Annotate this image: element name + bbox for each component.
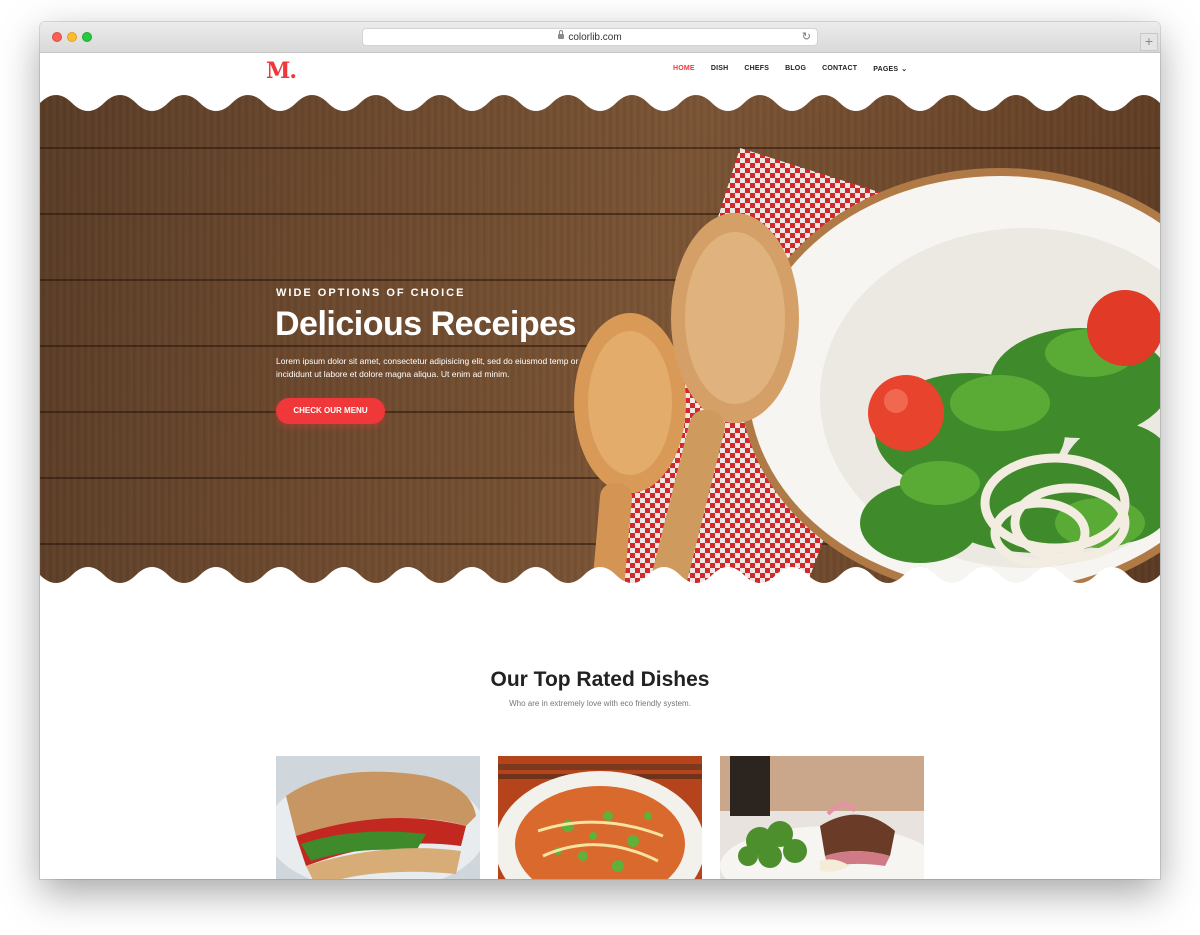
noodles-image	[498, 756, 702, 879]
reload-icon[interactable]: ↻	[802, 29, 811, 46]
nav-contact[interactable]: CONTACT	[822, 65, 857, 73]
dish-card-sandwich[interactable]	[276, 756, 480, 879]
check-menu-button[interactable]: CHECK OUR MENU	[276, 398, 385, 424]
hero-headline: Delicious Receipes	[275, 305, 576, 343]
browser-toolbar: colorlib.com ↻ +	[40, 22, 1160, 53]
web-page: M. HOME DISH CHEFS BLOG CONTACT PAGES⌄	[40, 53, 1160, 879]
maximize-window-button[interactable]	[82, 32, 92, 42]
hero-banner: WIDE OPTIONS OF CHOICE Delicious Receipe…	[40, 83, 1160, 603]
site-header: M. HOME DISH CHEFS BLOG CONTACT PAGES ⌄	[40, 53, 1160, 93]
address-bar[interactable]: colorlib.com ↻	[362, 28, 818, 46]
url-text: colorlib.com	[568, 32, 622, 43]
section-subtitle: Who are in extremely love with eco frien…	[509, 699, 691, 708]
site-logo[interactable]: M.	[266, 58, 297, 84]
hero-eyebrow: WIDE OPTIONS OF CHOICE	[276, 287, 466, 299]
nav-pages[interactable]: PAGES ⌄	[873, 65, 907, 73]
section-title: Our Top Rated Dishes	[490, 668, 710, 691]
nav-home[interactable]: HOME	[673, 65, 695, 73]
dish-card-steak[interactable]	[720, 756, 924, 879]
minimize-window-button[interactable]	[67, 32, 77, 42]
dish-card-noodles[interactable]	[498, 756, 702, 879]
nav-blog[interactable]: BLOG	[785, 65, 806, 73]
main-navigation: HOME DISH CHEFS BLOG CONTACT PAGES ⌄	[673, 65, 923, 73]
browser-window: colorlib.com ↻ + M. HOME DISH CHEFS BLOG…	[40, 22, 1160, 879]
hero-food-image	[574, 148, 1160, 603]
lock-icon	[558, 29, 565, 39]
chevron-down-icon: ⌄	[901, 66, 908, 73]
nav-chefs[interactable]: CHEFS	[744, 65, 769, 73]
hero-description: Lorem ipsum dolor sit amet, consectetur …	[276, 356, 579, 379]
close-window-button[interactable]	[52, 32, 62, 42]
new-tab-button[interactable]: +	[1140, 33, 1158, 51]
sandwich-image	[276, 756, 480, 879]
nav-dish[interactable]: DISH	[711, 65, 729, 73]
nav-pages-label: PAGES	[873, 66, 899, 73]
steak-image	[720, 756, 924, 879]
wave-divider-bottom	[40, 567, 1160, 603]
